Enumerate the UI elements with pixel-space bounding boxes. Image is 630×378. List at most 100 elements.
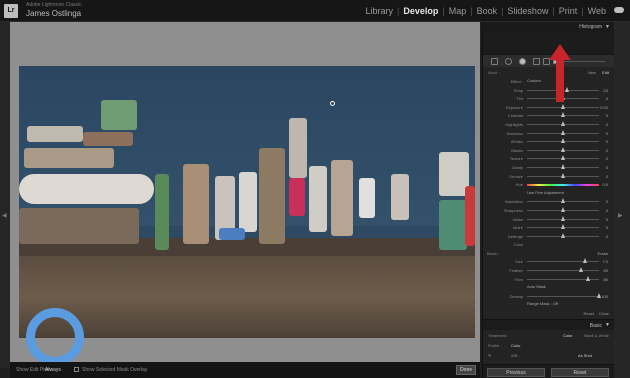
effect-select[interactable]: Custom: [527, 78, 541, 83]
profile-select[interactable]: Color: [511, 343, 521, 348]
module-book[interactable]: Book: [473, 6, 502, 16]
basic-panel-header[interactable]: Basic ▼: [483, 319, 614, 331]
slider-value[interactable]: 0: [606, 199, 608, 204]
slider-thumb[interactable]: [561, 120, 565, 126]
mask-pin[interactable]: [330, 101, 335, 106]
slider-value[interactable]: 0: [606, 225, 608, 230]
slider-thumb[interactable]: [561, 224, 565, 230]
slider-row: Exposure 0.00: [483, 103, 614, 112]
slider-value[interactable]: 0.00: [600, 105, 608, 110]
done-button[interactable]: Done: [456, 365, 476, 375]
slider-value[interactable]: 0: [606, 139, 608, 144]
slider-thumb[interactable]: [561, 232, 565, 238]
slider-value[interactable]: -23: [602, 88, 608, 93]
reset-mask-button[interactable]: Reset: [584, 311, 594, 316]
photo-boat: [259, 148, 285, 244]
slider-value[interactable]: 0: [606, 174, 608, 179]
photo-boat: [331, 160, 353, 236]
slider-thumb[interactable]: [579, 267, 583, 273]
slider-value[interactable]: 0: [606, 217, 608, 222]
eyedropper-icon[interactable]: ✎: [488, 353, 491, 358]
slider-value[interactable]: 80: [604, 277, 608, 282]
slider-thumb[interactable]: [561, 146, 565, 152]
slider-thumb[interactable]: [561, 129, 565, 135]
close-mask-button[interactable]: Close: [599, 311, 609, 316]
red-eye-icon[interactable]: [519, 58, 526, 65]
slider-thumb[interactable]: [561, 163, 565, 169]
slider-thumb[interactable]: [561, 155, 565, 161]
hue-label: Hue: [515, 182, 523, 188]
slider-value[interactable]: 0: [606, 208, 608, 213]
module-web[interactable]: Web: [584, 6, 610, 16]
collapse-basic-icon[interactable]: ▼: [605, 322, 610, 328]
slider-label: Blacks: [511, 147, 523, 153]
slider-thumb[interactable]: [582, 258, 587, 264]
wb-select[interactable]: As Shot: [578, 353, 592, 358]
slider-value[interactable]: 0: [606, 96, 608, 101]
fine-adjust-checkbox[interactable]: Use Fine Adjustment: [527, 190, 564, 195]
slider-thumb[interactable]: [561, 103, 565, 109]
show-edit-pins-select[interactable]: Always: [45, 367, 61, 373]
slider-thumb[interactable]: [586, 275, 591, 281]
density-track[interactable]: [527, 295, 599, 297]
aerial-harbor-photo[interactable]: [19, 66, 475, 338]
cloud-sync-icon[interactable]: [614, 7, 624, 13]
auto-mask-checkbox[interactable]: Auto Mask: [527, 284, 546, 289]
expand-right-icon[interactable]: ▶: [618, 212, 628, 219]
brush-erase[interactable]: Erase: [598, 251, 608, 256]
histogram-title: Histogram: [579, 24, 602, 30]
mask-label: Mask :: [488, 70, 500, 75]
right-panel-scrollbar[interactable]: ▶: [614, 22, 630, 378]
slider-thumb[interactable]: [561, 206, 565, 212]
module-print[interactable]: Print: [555, 6, 582, 16]
slider-thumb[interactable]: [561, 215, 565, 221]
module-slideshow[interactable]: Slideshow: [503, 6, 552, 16]
slider-value[interactable]: 0: [606, 113, 608, 118]
slider-thumb[interactable]: [561, 172, 565, 178]
slider-value[interactable]: 0: [606, 131, 608, 136]
reset-button[interactable]: Reset: [551, 368, 609, 377]
range-mask-select[interactable]: Range Mask : Off: [527, 301, 558, 306]
slider-value[interactable]: 0: [606, 165, 608, 170]
effect-label: Effect :: [510, 79, 523, 84]
slider-row: Sharpness 0: [483, 206, 614, 215]
previous-button[interactable]: Previous: [487, 368, 545, 377]
lr-logo-icon: Lr: [4, 4, 18, 18]
slider-value[interactable]: 7.0: [602, 259, 608, 264]
expand-left-icon[interactable]: ◀: [2, 212, 7, 219]
slider-label: Clarity: [511, 164, 523, 170]
photo-boat: [289, 178, 305, 216]
slider-track[interactable]: [527, 270, 599, 272]
crop-tool-icon[interactable]: [491, 58, 498, 65]
histogram-header[interactable]: Histogram ▼: [483, 22, 614, 32]
slider-thumb[interactable]: [561, 198, 565, 204]
left-panel-collapsed[interactable]: ◀: [0, 22, 10, 368]
slider-thumb[interactable]: [561, 138, 565, 144]
slider-value[interactable]: 0: [606, 148, 608, 153]
mask-edit-button[interactable]: Edit: [602, 70, 609, 75]
slider-value[interactable]: 0: [606, 156, 608, 161]
module-library[interactable]: Library: [361, 6, 397, 16]
slider-thumb[interactable]: [561, 112, 565, 118]
density-value[interactable]: 100: [601, 294, 608, 299]
slider-label: Noise: [512, 216, 523, 222]
slider-value[interactable]: 0: [606, 234, 608, 239]
show-overlay-checkbox[interactable]: [74, 367, 79, 372]
module-develop[interactable]: Develop: [399, 6, 442, 16]
treatment-color-option[interactable]: Color: [563, 333, 573, 338]
mask-new-button[interactable]: New: [588, 70, 596, 75]
spot-removal-icon[interactable]: [505, 58, 512, 65]
module-map[interactable]: Map: [445, 6, 471, 16]
density-label: Density: [509, 293, 523, 299]
slider-track[interactable]: [527, 261, 599, 263]
color-row: Color: [483, 240, 614, 249]
slider-row: Blacks 0: [483, 146, 614, 155]
slider-row: Moiré 0: [483, 223, 614, 232]
graduated-filter-icon[interactable]: [533, 58, 540, 65]
slider-value[interactable]: 0: [606, 122, 608, 127]
hue-slider[interactable]: [527, 184, 599, 187]
image-canvas[interactable]: [10, 22, 480, 366]
treatment-bw-option[interactable]: Black & White: [584, 333, 609, 338]
slider-value[interactable]: 80: [604, 268, 608, 273]
collapse-triangle-icon[interactable]: ▼: [605, 24, 610, 30]
